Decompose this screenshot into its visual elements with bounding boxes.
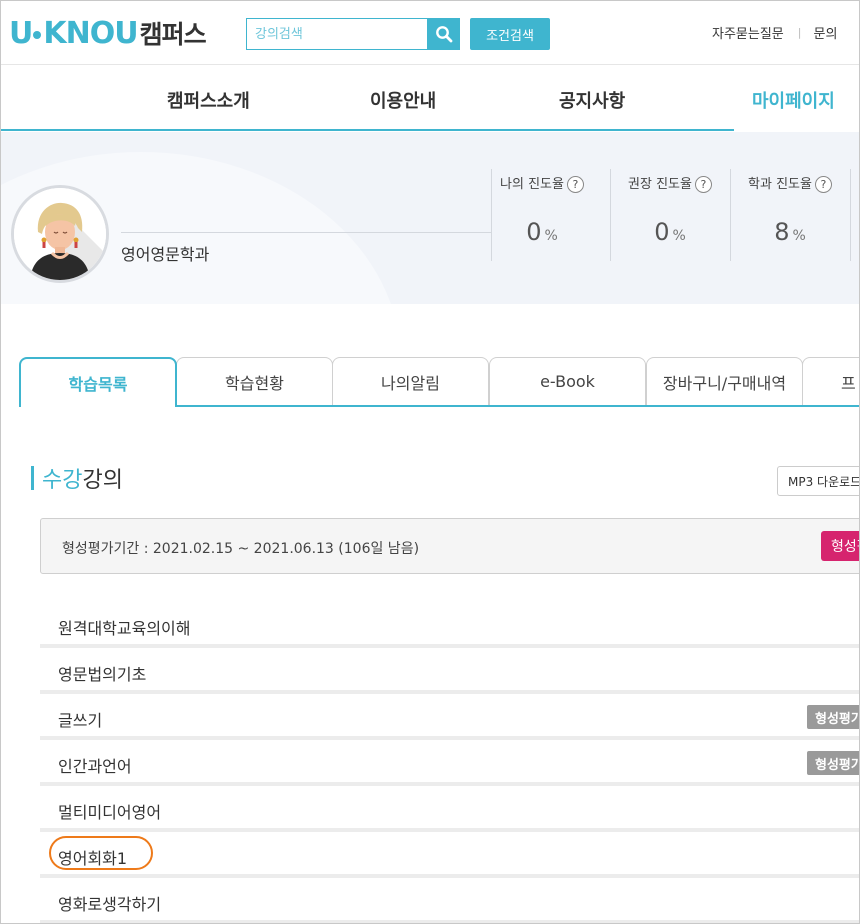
section-title-accent: 수강 (42, 468, 83, 493)
utility-links: 자주묻는질문 | 문의 (712, 23, 837, 42)
logo-brand-rest: KNOU (43, 15, 138, 51)
course-item[interactable]: 영화로생각하기 (40, 878, 859, 923)
tab-ebook[interactable]: e-Book (489, 357, 646, 405)
nav-mypage[interactable]: 마이페이지 (752, 87, 835, 113)
course-item[interactable]: 원격대학교육의이해 (40, 602, 859, 648)
search-input[interactable] (247, 19, 427, 49)
stat-label: 학과 진도율 (748, 177, 812, 192)
section-title: 수강 강의 (31, 464, 123, 493)
search-icon (436, 26, 453, 43)
search-box (246, 18, 428, 50)
section-title-bar (31, 466, 34, 490)
stat-my-progress: 나의 진도율? 0% (482, 173, 602, 263)
stat-unit: % (792, 228, 806, 244)
course-name[interactable]: 글쓰기 (58, 707, 102, 731)
logo-brand: U (9, 15, 33, 51)
stat-department-progress: 학과 진도율? 8% (730, 173, 850, 263)
stat-value: 0 (654, 218, 670, 246)
stat-label: 권장 진도율 (628, 177, 692, 192)
search-button[interactable] (428, 18, 460, 50)
course-name[interactable]: 영어회화1 (58, 845, 127, 869)
stat-unit: % (672, 228, 686, 244)
department-name: 영어영문학과 (121, 245, 210, 264)
profile-divider (121, 232, 491, 233)
nav-active-indicator (734, 125, 859, 131)
stat-unit: % (544, 228, 558, 244)
logo-campus-text: 캠퍼스 (139, 20, 207, 49)
tab-study-list[interactable]: 학습목록 (19, 357, 177, 407)
course-item[interactable]: 멀티미디어영어 (40, 786, 859, 832)
mypage-tabs: 학습목록 학습현황 나의알림 e-Book 장바구니/구매내역 프 (19, 357, 859, 407)
tab-study-status[interactable]: 학습현황 (176, 357, 333, 405)
top-bar: U KNOU캠퍼스 조건검색 자주묻는질문 | 문의 (1, 1, 859, 65)
course-item[interactable]: 영어회화1 (40, 832, 859, 878)
page-frame: U KNOU캠퍼스 조건검색 자주묻는질문 | 문의 캠퍼스소개 이용안내 공지사… (0, 0, 860, 924)
formative-evaluation-badge[interactable]: 형성평가 (807, 751, 859, 775)
main-nav: 캠퍼스소개 이용안내 공지사항 마이페이지 (1, 65, 859, 131)
tab-my-alerts[interactable]: 나의알림 (332, 357, 489, 405)
evaluation-period-text: 형성평가기간 : 2021.02.15 ~ 2021.06.13 (106일 남… (62, 541, 420, 557)
course-item[interactable]: 글쓰기 형성평가 (40, 694, 859, 740)
stat-divider (850, 169, 851, 261)
nav-usage-guide[interactable]: 이용안내 (370, 87, 436, 113)
utility-separator: | (797, 26, 802, 39)
stat-value: 8 (774, 218, 790, 246)
course-name[interactable]: 영화로생각하기 (58, 891, 161, 915)
help-icon[interactable]: ? (566, 176, 584, 193)
mp3-download-button[interactable]: MP3 다운로드 (777, 466, 859, 496)
course-name[interactable]: 멀티미디어영어 (58, 799, 161, 823)
evaluation-period-box: 형성평가기간 : 2021.02.15 ~ 2021.06.13 (106일 남… (40, 518, 859, 574)
course-list: 원격대학교육의이해 영문법의기초 글쓰기 형성평가 인간과언어 형성평가 멀티미디어… (40, 602, 859, 923)
nav-notices[interactable]: 공지사항 (559, 87, 625, 113)
stat-recommended-progress: 권장 진도율? 0% (610, 173, 730, 263)
inquiry-link[interactable]: 문의 (813, 23, 837, 42)
uknou-logo[interactable]: U KNOU 캠퍼스 (9, 15, 207, 51)
logo-dot-icon (33, 31, 42, 39)
course-name[interactable]: 원격대학교육의이해 (58, 615, 190, 639)
tab-more[interactable]: 프 (802, 357, 859, 405)
profile-panel: 영어영문학과 나의 진도율? 0% 권장 진도율? 0% 학과 진도율? 8% (1, 132, 859, 304)
avatar-illustration (14, 188, 106, 280)
nav-campus-intro[interactable]: 캠퍼스소개 (167, 87, 250, 113)
stat-value: 0 (526, 218, 542, 246)
faq-link[interactable]: 자주묻는질문 (712, 23, 784, 42)
stat-label: 나의 진도율 (500, 177, 564, 192)
formative-evaluation-badge[interactable]: 형성평가 (807, 705, 859, 729)
course-name[interactable]: 영문법의기초 (58, 661, 146, 685)
help-icon[interactable]: ? (814, 176, 832, 193)
section-title-rest: 강의 (82, 468, 123, 493)
avatar (11, 185, 109, 283)
tab-cart-purchases[interactable]: 장바구니/구매내역 (646, 357, 803, 405)
course-item[interactable]: 인간과언어 형성평가 (40, 740, 859, 786)
course-item[interactable]: 영문법의기초 (40, 648, 859, 694)
formative-evaluation-button[interactable]: 형성평가 (821, 531, 859, 561)
help-icon[interactable]: ? (694, 176, 712, 193)
advanced-search-button[interactable]: 조건검색 (470, 18, 550, 50)
course-name[interactable]: 인간과언어 (58, 753, 132, 777)
